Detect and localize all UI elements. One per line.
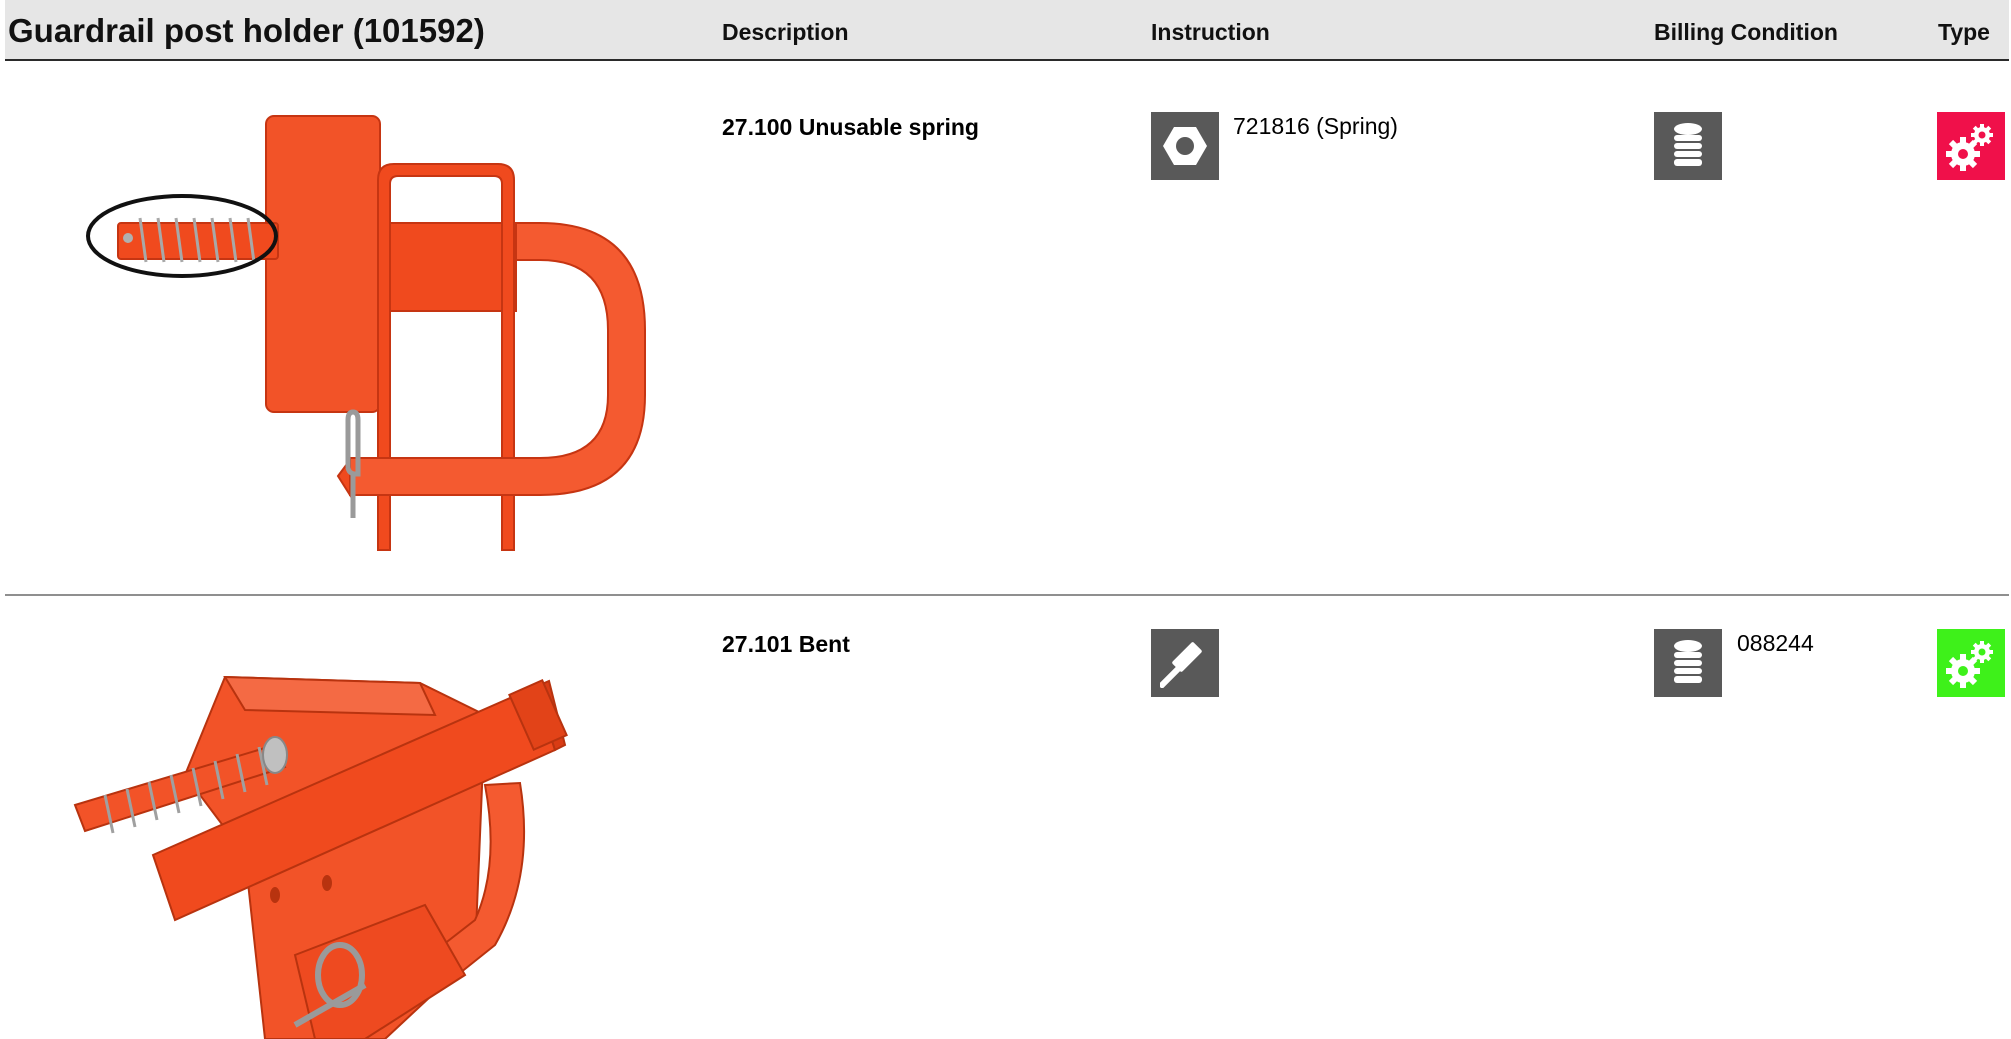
part-image-isometric-view <box>73 675 568 1039</box>
column-header-description: Description <box>722 19 849 45</box>
page-title: Guardrail post holder (101592) <box>8 12 485 49</box>
instruction-part-number: 721816 (Spring) <box>1233 113 1398 139</box>
part-image-side-view <box>86 115 646 551</box>
hammer-icon[interactable] <box>1151 629 1219 697</box>
table-header: Guardrail post holder (101592) Descripti… <box>5 0 2009 61</box>
row-description: 27.100 Unusable spring <box>722 114 979 140</box>
column-header-type: Type <box>1938 19 1990 45</box>
row-divider <box>5 594 2009 596</box>
coin-stack-icon[interactable] <box>1654 112 1722 180</box>
coin-stack-icon[interactable] <box>1654 629 1722 697</box>
row-description: 27.101 Bent <box>722 631 850 657</box>
column-header-billing-condition: Billing Condition <box>1654 19 1838 45</box>
gears-icon[interactable] <box>1937 629 2005 697</box>
gears-icon[interactable] <box>1937 112 2005 180</box>
billing-code: 088244 <box>1737 630 1814 656</box>
column-header-instruction: Instruction <box>1151 19 1270 45</box>
nut-icon[interactable] <box>1151 112 1219 180</box>
